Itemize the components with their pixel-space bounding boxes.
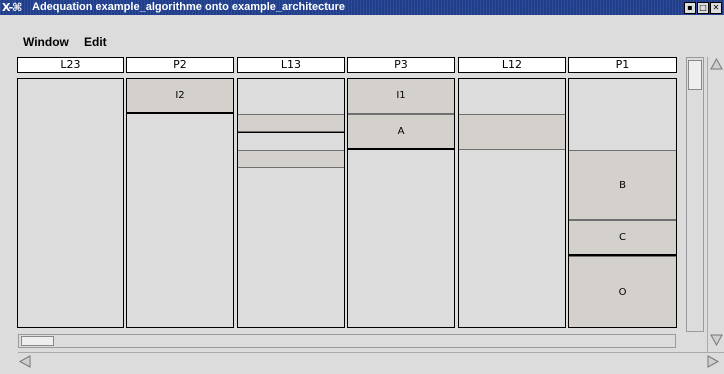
app-icon: X-⌘ — [2, 1, 22, 14]
column-header-l13: L13 — [237, 57, 345, 73]
column-header-l23: L23 — [17, 57, 124, 73]
horizontal-scroll-thumb[interactable] — [21, 336, 54, 346]
task-block-a[interactable]: A — [348, 114, 454, 150]
vertical-scroll-thumb[interactable] — [688, 60, 702, 90]
window-title: Adequation example_algorithme onto examp… — [32, 1, 345, 13]
comm-block[interactable] — [459, 114, 565, 150]
menu-edit[interactable]: Edit — [84, 35, 107, 49]
column-header-p2: P2 — [126, 57, 234, 73]
menu-window[interactable]: Window — [23, 35, 69, 49]
column-l13 — [237, 78, 345, 328]
task-block-c[interactable]: C — [569, 220, 676, 256]
divider — [238, 132, 344, 133]
scroll-up-icon — [710, 57, 723, 70]
scroll-right-icon — [707, 355, 720, 368]
comm-block[interactable] — [238, 150, 344, 168]
outer-vertical-scrollbar[interactable] — [707, 57, 724, 359]
column-p3: I1 A — [347, 78, 455, 328]
task-block-o[interactable]: O — [569, 256, 676, 327]
column-l12 — [458, 78, 566, 328]
maximize-icon[interactable]: □ — [697, 2, 709, 14]
column-p2: I2 — [126, 78, 234, 328]
task-block-i2[interactable]: I2 — [127, 79, 233, 114]
scroll-left-icon — [18, 355, 31, 368]
close-icon[interactable]: ✕ — [710, 2, 722, 14]
scroll-arrows — [710, 57, 723, 347]
title-bar[interactable]: X-⌘ Adequation example_algorithme onto e… — [0, 0, 724, 15]
task-block-b[interactable]: B — [569, 150, 676, 220]
comm-block[interactable] — [238, 114, 344, 132]
column-header-l12: L12 — [458, 57, 566, 73]
column-l23 — [17, 78, 124, 328]
column-header-p3: P3 — [347, 57, 455, 73]
outer-horizontal-scrollbar[interactable] — [18, 352, 724, 370]
task-block-i1[interactable]: I1 — [348, 79, 454, 114]
horizontal-scrollbar[interactable] — [18, 334, 676, 348]
column-p1: B C O — [568, 78, 677, 328]
vertical-scrollbar[interactable] — [686, 57, 704, 332]
minimize-icon[interactable]: ▪ — [684, 2, 696, 14]
column-header-p1: P1 — [568, 57, 677, 73]
scroll-arrows-horizontal — [18, 355, 720, 368]
scroll-down-icon — [710, 334, 723, 347]
menu-bar: Window Edit — [0, 15, 724, 53]
